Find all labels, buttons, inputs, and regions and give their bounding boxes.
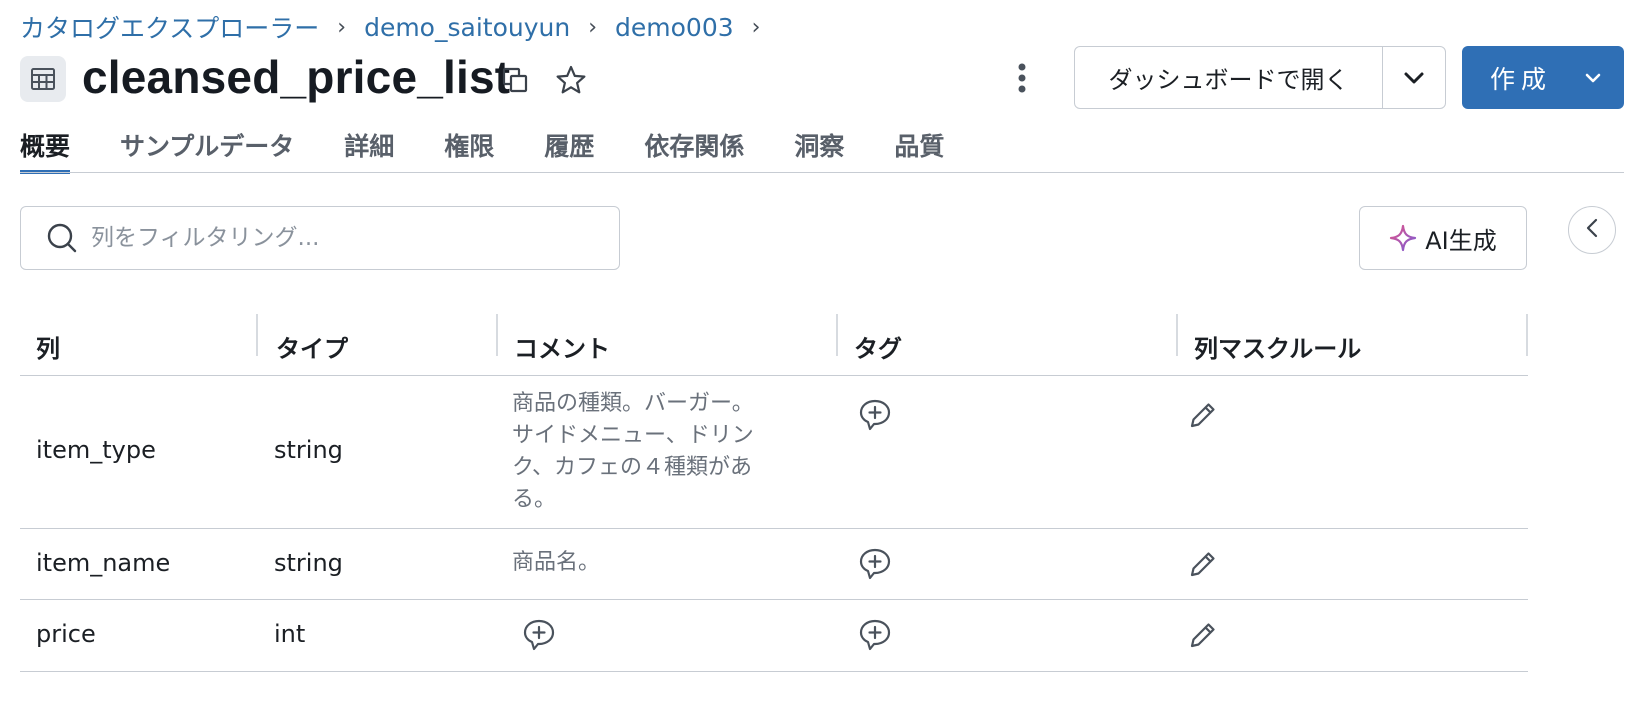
tab-history[interactable]: 履歴: [544, 124, 594, 174]
column-type: int: [274, 620, 306, 648]
tab-divider: [20, 172, 1624, 173]
breadcrumb-separator: ›: [337, 14, 347, 40]
star-icon[interactable]: [554, 63, 588, 97]
breadcrumb-catalog[interactable]: demo_saitouyun: [364, 13, 570, 42]
table-header-row: 列 タイプ コメント タグ 列マスクルール: [20, 314, 1528, 376]
create-button-label: 作成: [1490, 64, 1553, 94]
column-comment[interactable]: 商品名。: [512, 547, 762, 579]
table-row: item_name string 商品名。: [20, 529, 1528, 600]
column-name: item_type: [36, 436, 156, 464]
breadcrumb-schema[interactable]: demo003: [615, 13, 734, 42]
column-filter-input[interactable]: [91, 225, 591, 251]
comment-plus-icon: [859, 619, 891, 651]
collapse-panel-button[interactable]: [1568, 206, 1616, 254]
tab-quality[interactable]: 品質: [894, 124, 944, 174]
open-dashboard-button[interactable]: ダッシュボードで開く: [1075, 47, 1383, 108]
pencil-icon: [1190, 552, 1215, 577]
add-comment-button[interactable]: [520, 616, 558, 654]
header-tags: タグ: [854, 334, 902, 363]
column-resize-handle[interactable]: [1526, 314, 1528, 356]
header-comment: コメント: [514, 334, 610, 363]
pencil-icon: [1190, 403, 1215, 428]
kebab-menu-icon[interactable]: [1004, 58, 1040, 98]
open-dashboard-button-group: ダッシュボードで開く: [1074, 46, 1446, 109]
header-column-mask-rule: 列マスクルール: [1194, 334, 1362, 363]
tab-bar: 概要 サンプルデータ 詳細 権限 履歴 依存関係 洞察 品質: [20, 124, 994, 174]
chevron-down-icon[interactable]: [1383, 47, 1445, 108]
tab-overview[interactable]: 概要: [20, 124, 71, 174]
header-column: 列: [36, 334, 60, 363]
comment-plus-icon: [859, 548, 891, 580]
breadcrumb-separator: ›: [751, 14, 761, 40]
chevron-left-icon: [1585, 217, 1599, 243]
column-type: string: [274, 549, 343, 577]
table-row: price int: [20, 600, 1528, 672]
create-button[interactable]: 作成: [1462, 46, 1624, 109]
ai-generate-label: AI生成: [1425, 226, 1497, 255]
header-type: タイプ: [276, 334, 348, 363]
tab-lineage[interactable]: 依存関係: [644, 124, 744, 174]
breadcrumb-catalog-explorer[interactable]: カタログエクスプローラー: [20, 9, 319, 45]
chevron-down-icon: [1584, 72, 1602, 84]
comment-plus-icon: [859, 399, 891, 431]
breadcrumb-separator: ›: [588, 14, 598, 40]
tab-details[interactable]: 詳細: [344, 124, 394, 174]
column-name: item_name: [36, 549, 171, 577]
column-comment[interactable]: 商品の種類。バーガー。サイドメニュー、ドリンク、カフェの４種類がある。: [512, 388, 762, 516]
add-tag-button[interactable]: [856, 616, 894, 654]
comment-plus-icon: [523, 619, 555, 651]
tab-permissions[interactable]: 権限: [444, 124, 494, 174]
add-tag-button[interactable]: [856, 545, 894, 583]
table-row: item_type string 商品の種類。バーガー。サイドメニュー、ドリンク…: [20, 376, 1528, 529]
table-icon: [20, 56, 66, 102]
ai-generate-button[interactable]: AI生成: [1359, 206, 1527, 270]
pencil-icon: [1190, 623, 1215, 648]
search-icon: [45, 221, 79, 255]
tab-sample-data[interactable]: サンプルデータ: [120, 124, 294, 174]
column-filter: [20, 206, 620, 270]
page-title: cleansed_price_list: [82, 51, 511, 103]
columns-table: 列 タイプ コメント タグ 列マスクルール item_type string 商…: [20, 314, 1528, 672]
add-tag-button[interactable]: [856, 396, 894, 434]
sparkle-icon: [1389, 224, 1417, 252]
tab-insights[interactable]: 洞察: [794, 124, 844, 174]
edit-mask-rule-button[interactable]: [1184, 396, 1222, 434]
copy-icon[interactable]: [498, 63, 532, 97]
breadcrumb: カタログエクスプローラー › demo_saitouyun › demo003 …: [20, 10, 778, 44]
column-type: string: [274, 436, 343, 464]
edit-mask-rule-button[interactable]: [1184, 616, 1222, 654]
edit-mask-rule-button[interactable]: [1184, 545, 1222, 583]
column-name: price: [36, 620, 96, 648]
